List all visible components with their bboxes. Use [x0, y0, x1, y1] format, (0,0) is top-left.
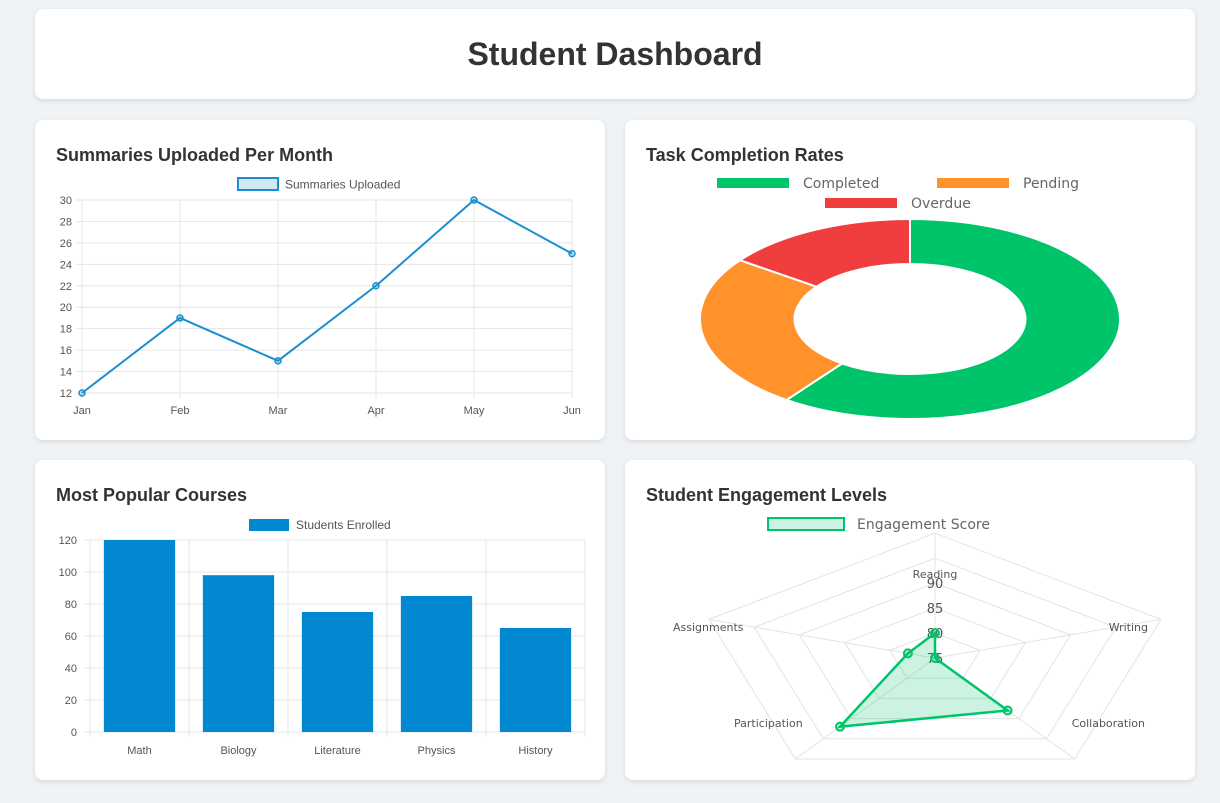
x-tick-label: Feb: [171, 405, 190, 417]
data-point: [902, 648, 913, 659]
data-point: [78, 389, 86, 397]
y-tick-label: 20: [60, 302, 72, 314]
engagement-panel: Student Engagement Levels Engagement Sco…: [625, 460, 1195, 780]
data-point: [930, 653, 940, 663]
legend-swatch: [249, 519, 289, 531]
y-tick-label: 22: [60, 281, 72, 293]
legend-swatch: [717, 178, 789, 188]
legend-label: Completed: [803, 176, 879, 192]
engagement-radar-chart: Engagement Score75808590ReadingWritingCo…: [673, 517, 1162, 760]
x-tick-label: History: [518, 745, 553, 757]
bar: [301, 612, 374, 732]
header-card: Student Dashboard: [35, 9, 1195, 99]
x-tick-label: Mar: [269, 405, 288, 417]
legend-label: Overdue: [911, 196, 971, 212]
y-tick-label: 100: [59, 567, 77, 579]
page-title: Student Dashboard: [467, 35, 763, 72]
radar-axis-label: Assignments: [673, 621, 744, 634]
y-tick-label: 80: [65, 599, 77, 611]
x-tick-label: Apr: [367, 405, 384, 417]
y-tick-label: 18: [60, 324, 72, 336]
y-tick-label: 40: [65, 663, 77, 675]
x-tick-label: Literature: [314, 745, 360, 757]
legend-label: Summaries Uploaded: [285, 178, 400, 192]
y-tick-label: 12: [60, 388, 72, 400]
x-tick-label: May: [464, 405, 485, 417]
legend-swatch: [237, 177, 279, 191]
radar-tick-label: 85: [927, 602, 944, 617]
series-line: [81, 198, 573, 394]
radar-axis-label: Reading: [913, 568, 958, 581]
radar-axis-label: Writing: [1109, 621, 1148, 634]
courses-panel: Most Popular Courses Students Enrolled 0 2…: [35, 460, 605, 780]
y-tick-label: 14: [60, 367, 72, 379]
tasks-doughnut-chart: Completed Pending Overdue: [699, 176, 1121, 420]
y-tick-label: 24: [60, 259, 72, 271]
y-tick-label: 20: [65, 695, 77, 707]
data-point: [1002, 705, 1013, 716]
bar: [103, 540, 176, 732]
tasks-panel: Task Completion Rates Completed Pending Ov…: [625, 120, 1195, 440]
y-tick-label: 60: [65, 631, 77, 643]
x-tick-label: Biology: [220, 745, 257, 757]
radar-axis-label: Collaboration: [1072, 717, 1145, 730]
radar-series: [836, 630, 1012, 729]
x-tick-label: Jun: [563, 405, 581, 417]
bar: [202, 575, 275, 732]
y-tick-label: 28: [60, 216, 72, 228]
courses-bar-chart: Students Enrolled 0 20 40 60 80 100 120 Math Biol…: [59, 518, 586, 757]
legend-label: Students Enrolled: [296, 518, 391, 532]
y-tick-label: 16: [60, 345, 72, 357]
legend-swatch: [825, 198, 897, 208]
x-tick-label: Physics: [418, 745, 456, 757]
summaries-line-chart: Summaries Uploaded 12 14 16 18 20 22 24 26 28 30 Ja…: [60, 177, 581, 417]
bar: [499, 628, 572, 732]
y-tick-label: 26: [60, 238, 72, 250]
y-tick-label: 120: [59, 535, 77, 547]
legend-swatch: [937, 178, 1009, 188]
x-tick-label: Math: [127, 745, 151, 757]
bar: [400, 596, 473, 732]
radar-axis-label: Participation: [734, 717, 803, 730]
x-tick-label: Jan: [73, 405, 91, 417]
summaries-panel: Summaries Uploaded Per Month Summaries U…: [35, 120, 605, 440]
data-point: [470, 196, 478, 204]
data-point: [176, 314, 184, 322]
y-tick-label: 0: [71, 727, 77, 739]
y-tick-label: 30: [60, 195, 72, 207]
legend-label: Pending: [1023, 176, 1079, 192]
legend-swatch: [767, 517, 845, 531]
data-point: [930, 628, 940, 639]
data-point: [274, 357, 282, 365]
legend-label: Engagement Score: [857, 517, 990, 533]
data-point: [835, 721, 846, 732]
data-point: [372, 282, 380, 290]
data-point: [568, 249, 576, 258]
